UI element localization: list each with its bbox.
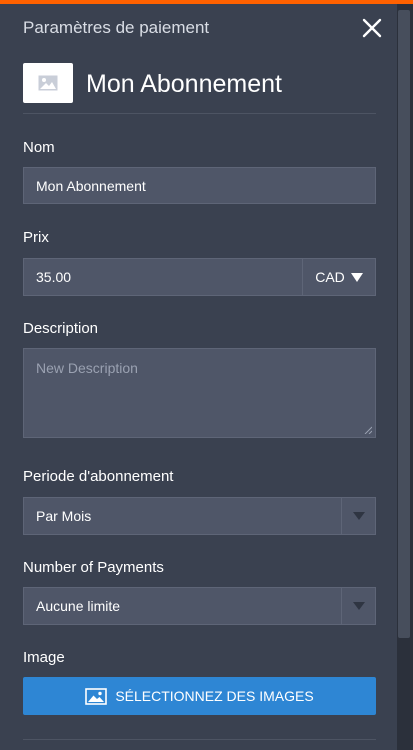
bottom-divider [23,739,376,740]
payments-select-value: Aucune limite [36,598,121,614]
period-label: Periode d'abonnement [23,468,174,485]
period-select[interactable]: Par Mois [23,497,376,535]
image-icon [85,687,108,705]
payments-label: Number of Payments [23,559,164,576]
close-icon[interactable] [360,16,384,40]
price-field-value: 35.00 [36,269,72,285]
chevron-down-icon [352,512,365,520]
period-select-value: Par Mois [36,508,92,524]
payments-select-arrow[interactable] [341,588,375,624]
period-select-arrow[interactable] [341,498,375,534]
image-label: Image [23,649,65,666]
chevron-down-icon [352,602,365,610]
scrollbar-thumb[interactable] [398,10,410,638]
header-divider [23,113,376,114]
currency-select[interactable]: CAD [302,259,375,295]
description-placeholder: New Description [36,360,138,376]
caret-down-icon [350,272,363,282]
product-image-thumbnail[interactable] [23,63,73,103]
resize-handle-icon[interactable] [364,426,372,434]
payments-select[interactable]: Aucune limite [23,587,376,625]
name-field[interactable]: Mon Abonnement [23,167,376,204]
name-label: Nom [23,139,55,156]
currency-value: CAD [315,269,345,285]
product-title: Mon Abonnement [86,70,282,98]
name-field-value: Mon Abonnement [36,177,146,194]
select-images-button[interactable]: SÉLECTIONNEZ DES IMAGES [23,677,376,715]
panel-title: Paramètres de paiement [23,18,210,37]
price-field[interactable]: 35.00 CAD [23,258,376,296]
price-label: Prix [23,229,49,246]
select-images-label: SÉLECTIONNEZ DES IMAGES [115,688,314,704]
description-textarea[interactable]: New Description [23,348,376,438]
image-placeholder-icon [38,75,58,91]
description-label: Description [23,320,99,337]
